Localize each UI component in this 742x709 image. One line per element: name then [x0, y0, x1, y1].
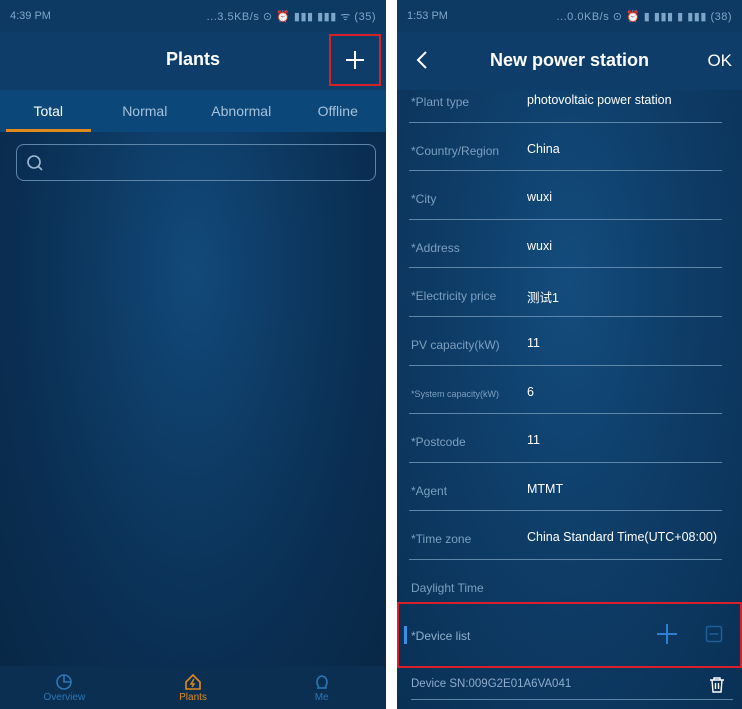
- divider: [411, 699, 733, 700]
- field-value: 测试1: [527, 291, 559, 306]
- field-country-region[interactable]: *Country/Region China: [397, 127, 742, 176]
- bottom-navigation: Overview Plants Me: [0, 666, 386, 709]
- new-station-screen: 1:53 PM ...0.0KB/s ⊙ ⏰ ▮ ▮▮▮ ▮ ▮▮▮ (38) …: [397, 0, 742, 709]
- station-form: *Plant type photovoltaic power station *…: [397, 78, 742, 613]
- field-value: China Standard Time(UTC+08:00): [527, 530, 718, 545]
- field-label: *City: [411, 192, 437, 207]
- field-label: *Plant type: [411, 95, 470, 109]
- field-postcode[interactable]: *Postcode 11: [397, 418, 742, 467]
- divider: [409, 315, 722, 317]
- page-title: New power station: [489, 50, 650, 70]
- status-time: 1:53 PM: [407, 10, 448, 22]
- status-time: 4:39 PM: [10, 10, 51, 22]
- plus-icon: [346, 51, 364, 69]
- status-indicators: ...3.5KB/s ⊙ ⏰ ▮▮▮ ▮▮▮ ᯤ (35): [206, 10, 376, 23]
- device-list-section: *Device list: [397, 602, 742, 668]
- divider: [409, 558, 722, 560]
- field-value: MTMT: [527, 481, 564, 496]
- field-value: wuxi: [527, 190, 553, 205]
- status-indicators: ...0.0KB/s ⊙ ⏰ ▮ ▮▮▮ ▮ ▮▮▮ (38): [556, 10, 732, 23]
- divider: [409, 413, 722, 415]
- field-label: PV capacity(kW): [411, 337, 500, 352]
- field-label: *Address: [411, 240, 460, 255]
- field-label: *Postcode: [411, 435, 466, 450]
- divider: [409, 461, 722, 463]
- field-electricity-price[interactable]: *Electricity price 测试1: [397, 272, 742, 321]
- device-serial: Device SN:009G2E01A6VA041: [411, 678, 572, 690]
- plus-icon[interactable]: [655, 622, 679, 646]
- field-value: 6: [527, 384, 534, 399]
- divider: [409, 121, 722, 123]
- device-list-label: *Device list: [411, 629, 471, 643]
- pie-chart-icon: [56, 673, 73, 690]
- nav-overview[interactable]: Overview: [0, 666, 129, 709]
- field-label: *Agent: [411, 483, 448, 498]
- divider: [409, 218, 722, 220]
- field-label: *Electricity price: [411, 289, 497, 304]
- field-label: *Time zone: [411, 532, 472, 547]
- status-bar: 4:39 PM ...3.5KB/s ⊙ ⏰ ▮▮▮ ▮▮▮ ᯤ (35): [0, 0, 386, 32]
- home-bolt-icon: [185, 673, 201, 690]
- status-tabs: Total Normal Abnormal Offline: [0, 90, 386, 132]
- nav-me[interactable]: Me: [257, 666, 386, 709]
- user-icon: [315, 674, 328, 689]
- add-plant-button[interactable]: [329, 34, 381, 86]
- tab-abnormal[interactable]: Abnormal: [193, 90, 290, 132]
- divider: [409, 267, 722, 269]
- status-bar: 1:53 PM ...0.0KB/s ⊙ ⏰ ▮ ▮▮▮ ▮ ▮▮▮ (38): [397, 0, 742, 32]
- field-label: Daylight Time: [411, 580, 484, 595]
- plants-screen: 4:39 PM ...3.5KB/s ⊙ ⏰ ▮▮▮ ▮▮▮ ᯤ (35) Pl…: [0, 0, 386, 709]
- field-value: photovoltaic power station: [527, 93, 672, 107]
- field-value: wuxi: [527, 238, 553, 253]
- search-input[interactable]: [16, 144, 376, 181]
- field-value: 11: [527, 335, 540, 350]
- field-plant-type[interactable]: *Plant type photovoltaic power station: [397, 78, 742, 127]
- field-value: 11: [527, 433, 540, 448]
- divider: [409, 510, 722, 512]
- tab-total[interactable]: Total: [0, 90, 97, 132]
- field-agent[interactable]: *Agent MTMT: [397, 467, 742, 516]
- field-time-zone[interactable]: *Time zone China Standard Time(UTC+08:00…: [397, 515, 742, 564]
- nav-me-label: Me: [314, 691, 329, 703]
- search-icon: [27, 155, 43, 171]
- divider: [409, 364, 722, 366]
- top-bar: Plants: [0, 32, 386, 90]
- field-label: *System capacity(kW): [411, 388, 500, 399]
- nav-plants-label: Plants: [179, 691, 207, 703]
- tab-offline[interactable]: Offline: [290, 90, 387, 132]
- divider: [409, 170, 722, 172]
- minus-box-icon[interactable]: [705, 625, 723, 643]
- field-address[interactable]: *Address wuxi: [397, 224, 742, 273]
- device-row: Device SN:009G2E01A6VA041: [411, 676, 733, 700]
- nav-overview-label: Overview: [43, 691, 86, 703]
- field-pv-capacity[interactable]: PV capacity(kW) 11: [397, 321, 742, 370]
- field-system-capacity[interactable]: *System capacity(kW) 6: [397, 370, 742, 419]
- trash-icon[interactable]: [709, 676, 725, 694]
- ok-button[interactable]: OK: [707, 51, 732, 71]
- section-marker: [404, 626, 407, 644]
- field-value: China: [527, 141, 560, 156]
- field-city[interactable]: *City wuxi: [397, 175, 742, 224]
- tab-normal[interactable]: Normal: [97, 90, 194, 132]
- field-label: *Country/Region: [411, 143, 500, 158]
- nav-plants[interactable]: Plants: [129, 666, 258, 709]
